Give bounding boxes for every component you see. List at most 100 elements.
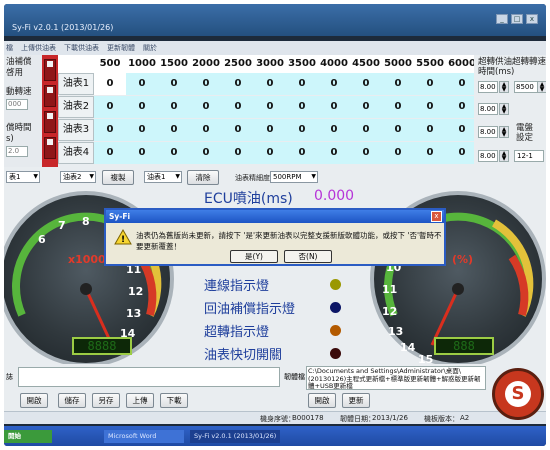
map-cell[interactable]: 0 [190,119,222,141]
map-cell[interactable]: 0 [318,96,350,118]
window-title: Sy-Fi v2.0.1 (2013/01/26) [12,23,114,32]
menu-upload-map[interactable]: 上傳供油表 [21,43,56,53]
map-cell[interactable]: 0 [94,96,126,118]
firmware-path-box[interactable]: C:\Documents and Settings\Administrator\… [306,366,486,390]
copy-button[interactable]: 複製 [102,170,134,185]
map-cell[interactable]: 0 [222,73,254,95]
map-cell[interactable]: 0 [286,119,318,141]
disk-setting-label: 電盤 設定 [516,123,534,143]
spinner[interactable]: ▲ ▼ [499,81,509,93]
save-button[interactable]: 儲存 [58,393,86,408]
map-cell[interactable]: 0 [222,119,254,141]
map-cell[interactable]: 0 [254,142,286,164]
taskbar-item-word[interactable]: Microsoft Word [104,430,184,443]
map-cell[interactable]: 0 [318,142,350,164]
save-as-button[interactable]: 另存 [92,393,120,408]
rpm-header: 4500 [352,58,380,69]
map-cell[interactable]: 0 [414,119,446,141]
map-cell[interactable]: 0 [286,96,318,118]
map-cell[interactable]: 0 [286,73,318,95]
download-button[interactable]: 下載 [160,393,188,408]
menu-about[interactable]: 關於 [143,43,157,53]
open-firmware-button[interactable]: 開啟 [308,393,336,408]
gauge-tick: 12 [128,285,144,298]
upload-button[interactable]: 上傳 [126,393,154,408]
map-cell[interactable]: 0 [350,73,382,95]
map-cell[interactable]: 0 [158,96,190,118]
map-cell[interactable]: 0 [158,142,190,164]
map-cell[interactable]: 0 [190,96,222,118]
map-cell[interactable]: 0 [126,119,158,141]
map-select-2[interactable]: 油表2 ▼ [60,171,96,183]
map-cell[interactable]: 0 [126,73,158,95]
map-cell[interactable]: 0 [286,142,318,164]
map-select-3[interactable]: 油表1 ▼ [144,171,182,183]
taskbar-item-syfi[interactable]: Sy-Fi v2.0.1 (2013/01/26) [190,430,280,443]
menu-update-firmware[interactable]: 更新韌體 [107,43,135,53]
start-rpm-label: 動轉速 [6,87,32,97]
comp-time-field[interactable]: 2.0 [6,146,28,157]
update-firmware-button[interactable]: 更新 [342,393,370,408]
map-cell[interactable]: 0 [350,142,382,164]
map-cell[interactable]: 0 [254,96,286,118]
memo-textbox[interactable] [18,367,280,387]
dialog-no-button[interactable]: 否(N) [284,250,332,263]
dip-switch[interactable] [44,59,56,81]
map-cell[interactable]: 0 [94,119,126,141]
map-cell[interactable]: 0 [158,73,190,95]
start-button[interactable]: 開始 [4,430,52,443]
map-cell[interactable]: 0 [318,73,350,95]
map-cell[interactable]: 0 [414,142,446,164]
dip-switch[interactable] [44,111,56,133]
spinner[interactable]: ▲ ▼ [499,103,509,115]
map-cell[interactable]: 0 [382,142,414,164]
map-cell[interactable]: 0 [94,73,126,95]
map-cell[interactable]: 0 [254,73,286,95]
dialog-yes-button[interactable]: 是(Y) [230,250,278,263]
rpm-header-row: 500 1000 1500 2000 2500 3000 3500 4000 4… [58,55,478,73]
overrev-rpm-field[interactable]: 8500 [514,81,538,93]
spinner[interactable]: ▲ ▼ [499,150,509,162]
menu-download-map[interactable]: 下載供油表 [64,43,99,53]
close-window-button[interactable]: x [526,14,538,24]
map-cell[interactable]: 0 [318,119,350,141]
map-cell[interactable]: 0 [126,96,158,118]
map-cell[interactable]: 0 [414,96,446,118]
map-cell[interactable]: 0 [414,73,446,95]
map-cell[interactable]: 0 [382,73,414,95]
map-cell[interactable]: 0 [222,96,254,118]
overrev-time-field-2[interactable]: 8.00 [478,103,498,115]
overrev-time-field-1[interactable]: 8.00 [478,81,498,93]
minimize-button[interactable]: _ [496,14,508,24]
disk-setting-select[interactable]: 12-1 [514,150,544,162]
start-rpm-field[interactable]: 000 [6,99,28,110]
map-select-1[interactable]: 表1 ▼ [6,171,40,183]
dialog-close-button[interactable]: x [431,211,442,222]
open-button[interactable]: 開啟 [20,393,48,408]
map-cell[interactable]: 0 [382,119,414,141]
map-cell[interactable]: 0 [350,96,382,118]
gauge-tick: 8 [82,215,90,228]
map-cell[interactable]: 0 [126,142,158,164]
overrev-time-field-3[interactable]: 8.00 [478,126,498,138]
map-row-label: 油表4 [58,142,94,164]
dip-switch[interactable] [44,137,56,159]
overrev-time-field-4[interactable]: 8.00 [478,150,498,162]
map-cell[interactable]: 0 [222,142,254,164]
map-cell[interactable]: 0 [350,119,382,141]
spinner[interactable]: ▲ ▼ [537,81,546,93]
map-row: 000000000000 [94,96,478,118]
menu-file[interactable]: 檔 [6,43,13,53]
map-cell[interactable]: 0 [190,73,222,95]
maximize-button[interactable]: □ [511,14,523,24]
clear-button[interactable]: 清除 [187,170,219,185]
precision-select[interactable]: 500RPM ▼ [270,171,318,183]
dip-switch[interactable] [44,85,56,107]
map-cell[interactable]: 0 [190,142,222,164]
map-cell[interactable]: 0 [94,142,126,164]
map-cell[interactable]: 0 [158,119,190,141]
map-cell[interactable]: 0 [254,119,286,141]
map-cell[interactable]: 0 [382,96,414,118]
spinner[interactable]: ▲ ▼ [499,126,509,138]
rpm-header: 3500 [288,58,316,69]
